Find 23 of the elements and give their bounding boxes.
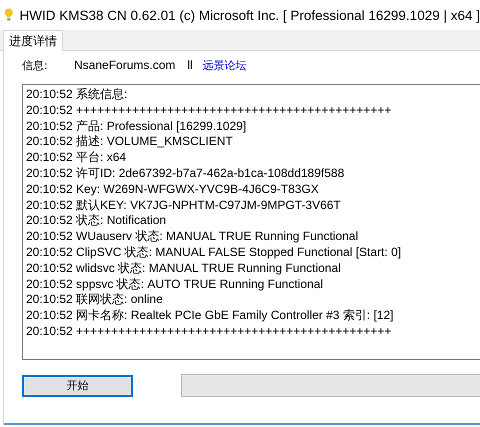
start-button[interactable]: 开始 (22, 374, 133, 396)
log-line: 20:10:52 默认KEY: VK7JG-NPHTM-C97JM-9MPGT-3V66T (26, 198, 342, 214)
log-line: 20:10:52 wlidsvc 状态: MANUAL TRUE Running Functional (26, 260, 342, 277)
log-line: 20:10:52 WUauserv 状态: MANUAL TRUE Running Functional (26, 229, 360, 245)
log-line: 20:10:52 平台: x64 (26, 150, 128, 166)
log-line: 20:10:52 +++++++++++++++++++++++++++++++++++++++++++++ (26, 102, 392, 119)
log-line: 20:10:52 系统信息: (26, 87, 128, 103)
window-title: HWID KMS38 CN 0.62.01 (c) Microsoft Inc. [ Professional 16299.1029 | x64 ] (20, 8, 480, 22)
log-line: 20:10:52 许可ID: 2de67392-b7a7-462a-b1ca-108dd189f588 (26, 166, 346, 182)
log-line: 20:10:52 产品: Professional [16299.1029] (26, 118, 248, 134)
log-line: 20:10:52 网卡名称: Realtek PCIe GbE Family Controller #3 索引: [12] (26, 308, 394, 324)
log-line: 20:10:52 ClipSVC 状态: MANUAL FALSE Stopped Functional [Start: 0] (26, 244, 402, 261)
separator-text: ll (187, 58, 193, 72)
log-line: 20:10:52 描述: VOLUME_KMSCLIENT (26, 134, 234, 150)
log-line: 20:10:52 Key: W269N-WFGWX-YVC9B-4J6C9-T83GX (26, 182, 320, 198)
log-line: 20:10:52 sppsvc 状态: AUTO TRUE Running Functional (26, 276, 324, 292)
tab[interactable]: 进度详情 (3, 30, 63, 51)
site-name: NsaneForums.com (74, 58, 176, 72)
log-line: 20:10:52 联网状态: online (26, 292, 164, 308)
log-line: 20:10:52 +++++++++++++++++++++++++++++++++++++++++++++ (26, 324, 392, 340)
log-line: 20:10:52 状态: Notification (26, 213, 168, 230)
info-label: 信息: (22, 58, 49, 72)
forum-link[interactable]: 远景论坛 (202, 58, 247, 72)
